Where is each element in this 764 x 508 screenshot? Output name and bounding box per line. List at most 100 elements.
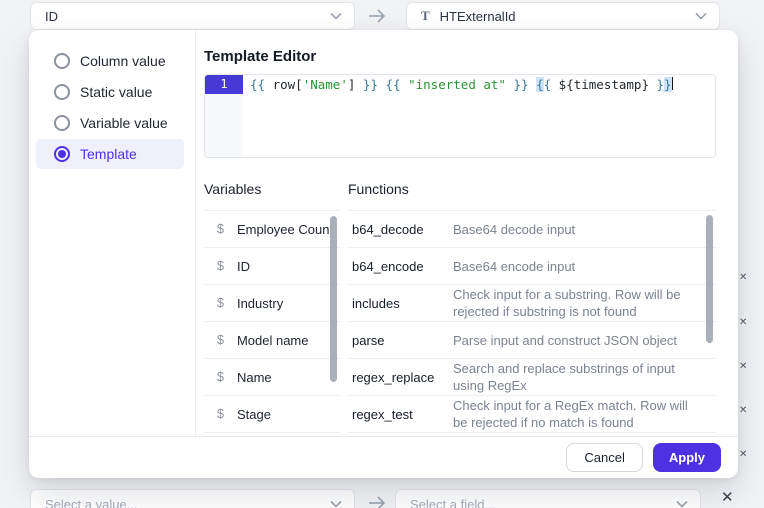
value-select[interactable]: Select a value...: [30, 489, 355, 508]
function-name: parse: [352, 333, 453, 348]
chevron-down-icon: [330, 500, 342, 508]
source-column-value: ID: [45, 9, 58, 24]
code-token: 'Name': [303, 77, 348, 92]
code-token: {{: [250, 77, 265, 92]
radio-label: Template: [80, 146, 137, 162]
function-item[interactable]: b64_encodeBase64 encode input: [348, 248, 716, 285]
radio-dot: [58, 150, 66, 158]
variable-icon: $: [217, 296, 224, 310]
remove-mapping-icon[interactable]: ✕: [739, 317, 747, 328]
variable-item[interactable]: $ ID: [204, 248, 340, 285]
variable-icon: $: [217, 222, 224, 236]
chevron-down-icon: [330, 12, 342, 20]
field-select-placeholder: Select a field...: [410, 497, 495, 508]
variable-icon: $: [217, 333, 224, 347]
code-token: row[: [265, 77, 303, 92]
code-token: }}: [363, 77, 378, 92]
variable-item[interactable]: $ Industry: [204, 285, 340, 322]
text-cursor: [672, 77, 673, 90]
code-token: [529, 77, 537, 92]
variable-icon: $: [217, 259, 224, 273]
function-name: b64_decode: [352, 222, 453, 237]
radio-option-static-value[interactable]: Static value: [36, 77, 184, 107]
function-item[interactable]: includesCheck input for a substring. Row…: [348, 285, 716, 322]
remove-mapping-icon[interactable]: ✕: [739, 449, 747, 460]
value-select-placeholder: Select a value...: [45, 497, 138, 508]
active-line-number: 1: [205, 75, 243, 94]
radio-label: Variable value: [80, 115, 168, 131]
text-type-icon: T: [421, 8, 430, 24]
code-token: [378, 77, 386, 92]
radio-label: Column value: [80, 53, 166, 69]
radio-icon: [54, 146, 70, 162]
functions-heading: Functions: [348, 181, 409, 197]
function-name: regex_replace: [352, 370, 453, 385]
variables-scrollbar[interactable]: [330, 216, 337, 382]
function-name: b64_encode: [352, 259, 453, 274]
modal-footer: Cancel Apply: [29, 436, 738, 478]
variable-item[interactable]: $ Stage: [204, 396, 340, 433]
function-description: Base64 encode input: [453, 258, 705, 275]
radio-option-column-value[interactable]: Column value: [36, 46, 184, 76]
source-column-select[interactable]: ID: [30, 2, 355, 30]
variables-list: $ Employee Count $ ID $ Industry $ Model name $ N…: [204, 210, 340, 437]
function-name: regex_test: [352, 407, 453, 422]
code-token: {{: [386, 77, 401, 92]
code-line[interactable]: {{ row['Name'] }} {{ "inserted at" }} {{…: [243, 75, 715, 157]
remove-mapping-icon[interactable]: ✕: [739, 361, 747, 372]
value-type-radio-group: Column value Static value Variable value Te…: [29, 30, 196, 436]
function-description: Check input for a substring. Row will be…: [453, 286, 705, 320]
function-item[interactable]: regex_replaceSearch and replace substrin…: [348, 359, 716, 396]
destination-field-select[interactable]: T HTExternalId: [406, 2, 720, 30]
function-item[interactable]: b64_decodeBase64 decode input: [348, 211, 716, 248]
code-token: ]: [348, 77, 363, 92]
function-description: Parse input and construct JSON object: [453, 332, 705, 349]
radio-option-template[interactable]: Template: [36, 139, 184, 169]
function-description: Base64 decode input: [453, 221, 705, 238]
cancel-button[interactable]: Cancel: [566, 443, 642, 472]
template-code-editor[interactable]: 1 {{ row['Name'] }} {{ "inserted at" }} …: [204, 74, 716, 158]
variable-icon: $: [217, 370, 224, 384]
remove-mapping-icon[interactable]: ✕: [739, 272, 747, 283]
code-token: }}: [513, 77, 528, 92]
code-token: }: [664, 77, 672, 92]
apply-button[interactable]: Apply: [653, 443, 721, 472]
editor-gutter: 1: [205, 75, 243, 157]
variable-label: ID: [237, 259, 250, 274]
function-item[interactable]: regex_testCheck input for a RegEx match.…: [348, 396, 716, 433]
code-token: {: [544, 77, 552, 92]
field-select[interactable]: Select a field...: [395, 489, 701, 508]
variable-label: Employee Count: [237, 222, 333, 237]
destination-field-value: HTExternalId: [440, 9, 516, 24]
functions-scrollbar[interactable]: [706, 215, 713, 343]
variable-icon: $: [217, 407, 224, 421]
radio-option-variable-value[interactable]: Variable value: [36, 108, 184, 138]
code-token: }: [657, 77, 665, 92]
variable-item[interactable]: $ Employee Count: [204, 211, 340, 248]
code-token: "inserted at": [408, 77, 506, 92]
function-item[interactable]: parseParse input and construct JSON obje…: [348, 322, 716, 359]
remove-mapping-icon[interactable]: ✕: [721, 488, 734, 506]
arrow-right-icon: [360, 4, 394, 28]
chevron-down-icon: [695, 12, 707, 20]
template-editor-title: Template Editor: [204, 48, 316, 65]
variables-heading: Variables: [204, 181, 261, 197]
variable-label: Name: [237, 370, 272, 385]
radio-icon: [54, 115, 70, 131]
radio-icon: [54, 53, 70, 69]
function-description: Search and replace substrings of input u…: [453, 360, 705, 394]
radio-icon: [54, 84, 70, 100]
app-root: ID T HTExternalId ✕ ✕ ✕ ✕ ✕ Select a value..…: [0, 0, 764, 508]
function-description: Check input for a RegEx match. Row will …: [453, 397, 705, 431]
radio-label: Static value: [80, 84, 152, 100]
variable-label: Stage: [237, 407, 271, 422]
variable-label: Industry: [237, 296, 283, 311]
variable-item[interactable]: $ Name: [204, 359, 340, 396]
functions-list: b64_decodeBase64 decode inputb64_encodeB…: [348, 210, 716, 437]
remove-mapping-icon[interactable]: ✕: [739, 405, 747, 416]
function-name: includes: [352, 296, 453, 311]
variable-item[interactable]: $ Model name: [204, 322, 340, 359]
mapping-editor-modal: Column value Static value Variable value Te…: [29, 30, 738, 478]
variable-label: Model name: [237, 333, 309, 348]
code-token: ${timestamp}: [551, 77, 656, 92]
